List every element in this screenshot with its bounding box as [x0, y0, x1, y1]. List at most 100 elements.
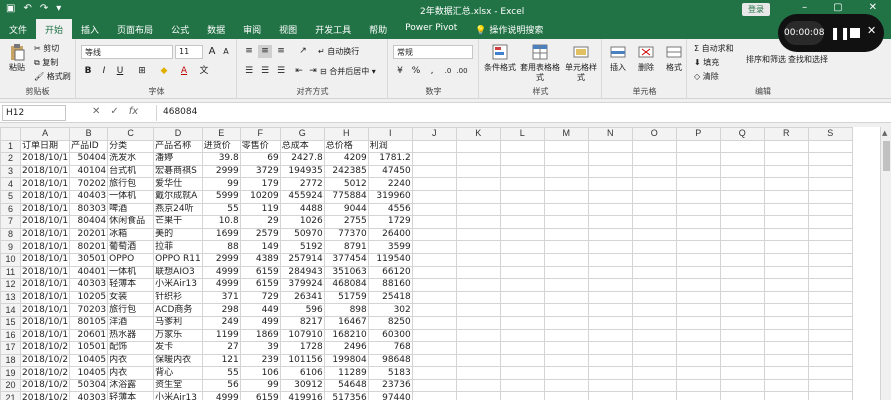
comma-icon[interactable]: ,: [425, 65, 439, 78]
cell[interactable]: [675, 252, 721, 267]
cell[interactable]: 2018/10/1: [19, 202, 71, 217]
cell[interactable]: [807, 315, 853, 330]
cell[interactable]: 1199: [201, 328, 241, 343]
format-painter-button[interactable]: 🖌 格式刷: [34, 71, 71, 82]
row-header[interactable]: 8: [0, 227, 21, 242]
cell[interactable]: 55: [201, 202, 241, 217]
maximize-button[interactable]: ▢: [833, 2, 842, 13]
tell-me-search[interactable]: 💡 操作说明搜索: [466, 19, 552, 39]
wrap-text-button[interactable]: ↵ 自动换行: [318, 46, 359, 57]
row-header[interactable]: 13: [0, 290, 21, 305]
cell[interactable]: 冰箱: [107, 227, 155, 242]
cell[interactable]: 80105: [69, 315, 109, 330]
tab-0[interactable]: 文件: [0, 19, 36, 39]
cell[interactable]: [675, 139, 721, 154]
row-header[interactable]: 16: [0, 328, 21, 343]
row-header[interactable]: 17: [0, 341, 21, 355]
cell[interactable]: 2018/10/1: [19, 177, 71, 191]
row-header[interactable]: 10: [0, 252, 21, 267]
cell[interactable]: [543, 265, 589, 280]
cell[interactable]: [455, 378, 501, 393]
cell[interactable]: [675, 265, 721, 280]
cell[interactable]: 订单日期: [19, 139, 71, 154]
cell[interactable]: [807, 152, 853, 166]
cell[interactable]: [499, 177, 545, 191]
cell[interactable]: [587, 227, 633, 242]
cell[interactable]: [675, 278, 721, 292]
align-middle-icon[interactable]: ≡: [258, 45, 272, 58]
cell[interactable]: 729: [239, 290, 281, 305]
minimize-button[interactable]: –: [802, 2, 807, 13]
cell[interactable]: [763, 252, 809, 267]
cell[interactable]: [763, 366, 809, 380]
percent-icon[interactable]: %: [409, 65, 423, 78]
cell[interactable]: 8250: [367, 315, 413, 330]
cell[interactable]: 30501: [69, 252, 109, 267]
enter-icon[interactable]: ✓: [110, 106, 118, 117]
cell[interactable]: 联想AIO3: [153, 265, 203, 280]
cell[interactable]: 4999: [201, 391, 241, 400]
cell[interactable]: [675, 177, 721, 191]
cell[interactable]: 10405: [69, 353, 109, 368]
cell[interactable]: [411, 152, 457, 166]
cell[interactable]: [411, 139, 457, 154]
formula-input[interactable]: 468084: [156, 105, 877, 121]
cell[interactable]: 2496: [323, 341, 369, 355]
cell[interactable]: [587, 303, 633, 317]
customize-icon[interactable]: ▾: [56, 3, 61, 14]
cell[interactable]: 319960: [367, 189, 413, 204]
cell[interactable]: [675, 341, 721, 355]
indent-increase-icon[interactable]: ⇥: [306, 65, 320, 78]
find-select-button[interactable]: 查找和选择: [786, 55, 830, 65]
cell[interactable]: 休闲食品: [107, 215, 155, 229]
cell[interactable]: 4389: [239, 252, 281, 267]
cell[interactable]: [719, 177, 765, 191]
cell[interactable]: 455924: [279, 189, 325, 204]
cell[interactable]: [719, 328, 765, 343]
cell[interactable]: [411, 353, 457, 368]
cell[interactable]: 4556: [367, 202, 413, 217]
cell[interactable]: 6159: [239, 278, 281, 292]
cell[interactable]: [455, 328, 501, 343]
row-header[interactable]: 12: [0, 278, 21, 292]
cell[interactable]: 468084: [323, 278, 369, 292]
cell[interactable]: [543, 252, 589, 267]
cell[interactable]: [807, 177, 853, 191]
cell[interactable]: [543, 164, 589, 179]
cell[interactable]: [807, 189, 853, 204]
cell[interactable]: [499, 240, 545, 254]
cell[interactable]: 1869: [239, 328, 281, 343]
cell[interactable]: [587, 290, 633, 305]
row-header[interactable]: 5: [0, 189, 21, 204]
align-left-icon[interactable]: ☰: [242, 65, 256, 78]
cell[interactable]: 179: [239, 177, 281, 191]
shrink-font-icon[interactable]: A: [219, 45, 233, 58]
cell[interactable]: [631, 152, 677, 166]
cell[interactable]: 449: [239, 303, 281, 317]
cell[interactable]: 88: [201, 240, 241, 254]
tab-1[interactable]: 开始: [36, 19, 73, 39]
cell[interactable]: [499, 164, 545, 179]
cell[interactable]: [807, 202, 853, 217]
indent-decrease-icon[interactable]: ⇤: [292, 65, 306, 78]
cell[interactable]: [411, 366, 457, 380]
column-header[interactable]: C: [107, 127, 155, 141]
cell[interactable]: [499, 215, 545, 229]
cell[interactable]: [587, 240, 633, 254]
orientation-icon[interactable]: ↗: [296, 45, 310, 58]
cell[interactable]: [719, 278, 765, 292]
cell[interactable]: 葡萄酒: [107, 240, 155, 254]
cell[interactable]: 40104: [69, 164, 109, 179]
row-header[interactable]: 2: [0, 152, 21, 166]
stop-icon[interactable]: [850, 28, 860, 38]
cell[interactable]: [631, 303, 677, 317]
cell[interactable]: 249: [201, 315, 241, 330]
cell[interactable]: [631, 265, 677, 280]
cell[interactable]: 马爹利: [153, 315, 203, 330]
cell[interactable]: [455, 139, 501, 154]
cell[interactable]: 168210: [323, 328, 369, 343]
cell[interactable]: 一体机: [107, 189, 155, 204]
cell[interactable]: OPPO R11: [153, 252, 203, 267]
cell[interactable]: [543, 378, 589, 393]
undo-icon[interactable]: ↶: [23, 3, 31, 14]
